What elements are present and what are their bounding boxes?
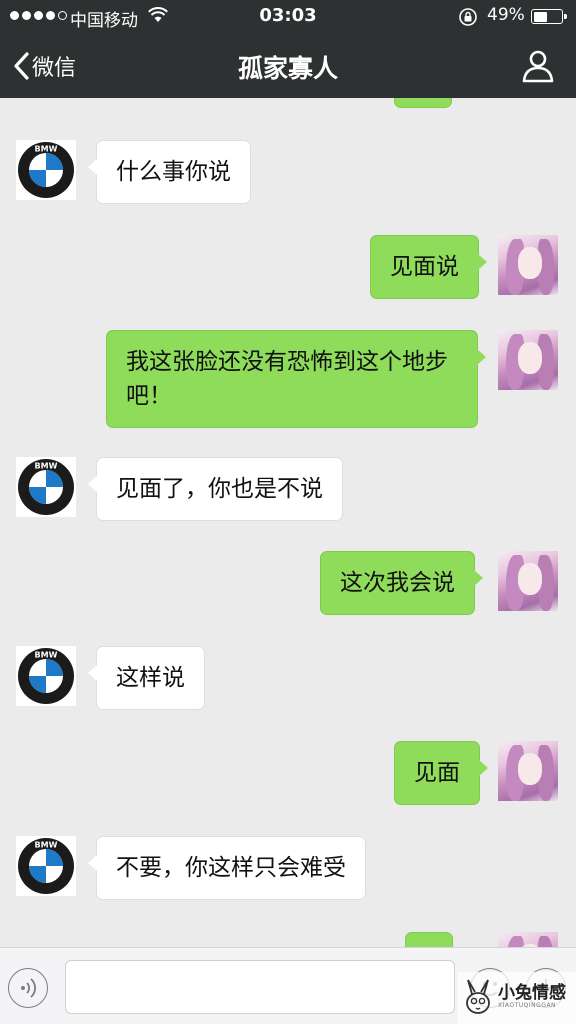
message-bubble[interactable]: 这次我会说: [320, 551, 483, 615]
battery-fill: [533, 11, 547, 22]
message-input[interactable]: [65, 960, 455, 1014]
my-avatar[interactable]: [498, 551, 558, 611]
my-avatar[interactable]: [498, 235, 558, 295]
bmw-logo-text: BMW: [35, 841, 58, 850]
contact-avatar[interactable]: BMW: [16, 836, 76, 896]
my-avatar[interactable]: [498, 741, 558, 801]
message-bubble[interactable]: 什么事你说: [88, 140, 251, 204]
status-bar: 中国移动 03:03 49%: [0, 0, 576, 32]
contact-avatar[interactable]: BMW: [16, 646, 76, 706]
voice-input-button[interactable]: [8, 968, 48, 1008]
bmw-logo-text: BMW: [35, 462, 58, 471]
bmw-logo: BMW: [16, 836, 76, 896]
message-bubble[interactable]: 见面了，你也是不说: [88, 457, 343, 521]
message-bubble[interactable]: [394, 98, 452, 108]
chat-title: 孤家寡人: [237, 54, 338, 83]
battery-percent: 49%: [487, 5, 525, 25]
rabbit-logo: [466, 979, 490, 1014]
message-bubble[interactable]: 不要，你这样只会难受: [88, 836, 366, 900]
watermark-text: 小兔情感: [498, 983, 566, 1003]
person-icon: [522, 50, 554, 83]
bmw-logo-text: BMW: [35, 145, 58, 154]
message-bubble[interactable]: 这样说: [88, 646, 205, 710]
message-bubble[interactable]: [405, 932, 453, 947]
watermark-subtext: XIAOTUQINGGAN: [498, 1002, 557, 1009]
header: 中国移动 03:03 49% 微信 孤家寡人: [0, 0, 576, 98]
chat-messages[interactable]: BMW 什么事你说 见面说 我这张脸还没有恐怖到这个地步吧！ BMW 见面了，你…: [0, 98, 576, 947]
bmw-logo: BMW: [16, 646, 76, 706]
message-bubble[interactable]: 我这张脸还没有恐怖到这个地步吧！: [106, 330, 486, 428]
message-bubble[interactable]: 见面说: [370, 235, 487, 299]
rotation-lock-icon: [458, 7, 478, 32]
chat-info-button[interactable]: [520, 48, 556, 84]
watermark: 小兔情感 XIAOTUQINGGAN: [458, 972, 576, 1024]
bmw-logo: BMW: [16, 457, 76, 517]
voice-icon: [21, 978, 36, 998]
contact-avatar[interactable]: BMW: [16, 140, 76, 200]
message-bubble[interactable]: 见面: [394, 741, 488, 805]
my-avatar[interactable]: [498, 330, 558, 390]
bmw-logo-text: BMW: [35, 651, 58, 660]
bmw-logo: BMW: [16, 140, 76, 200]
my-avatar[interactable]: [498, 932, 558, 947]
battery-icon: [531, 9, 567, 24]
contact-avatar[interactable]: BMW: [16, 457, 76, 517]
